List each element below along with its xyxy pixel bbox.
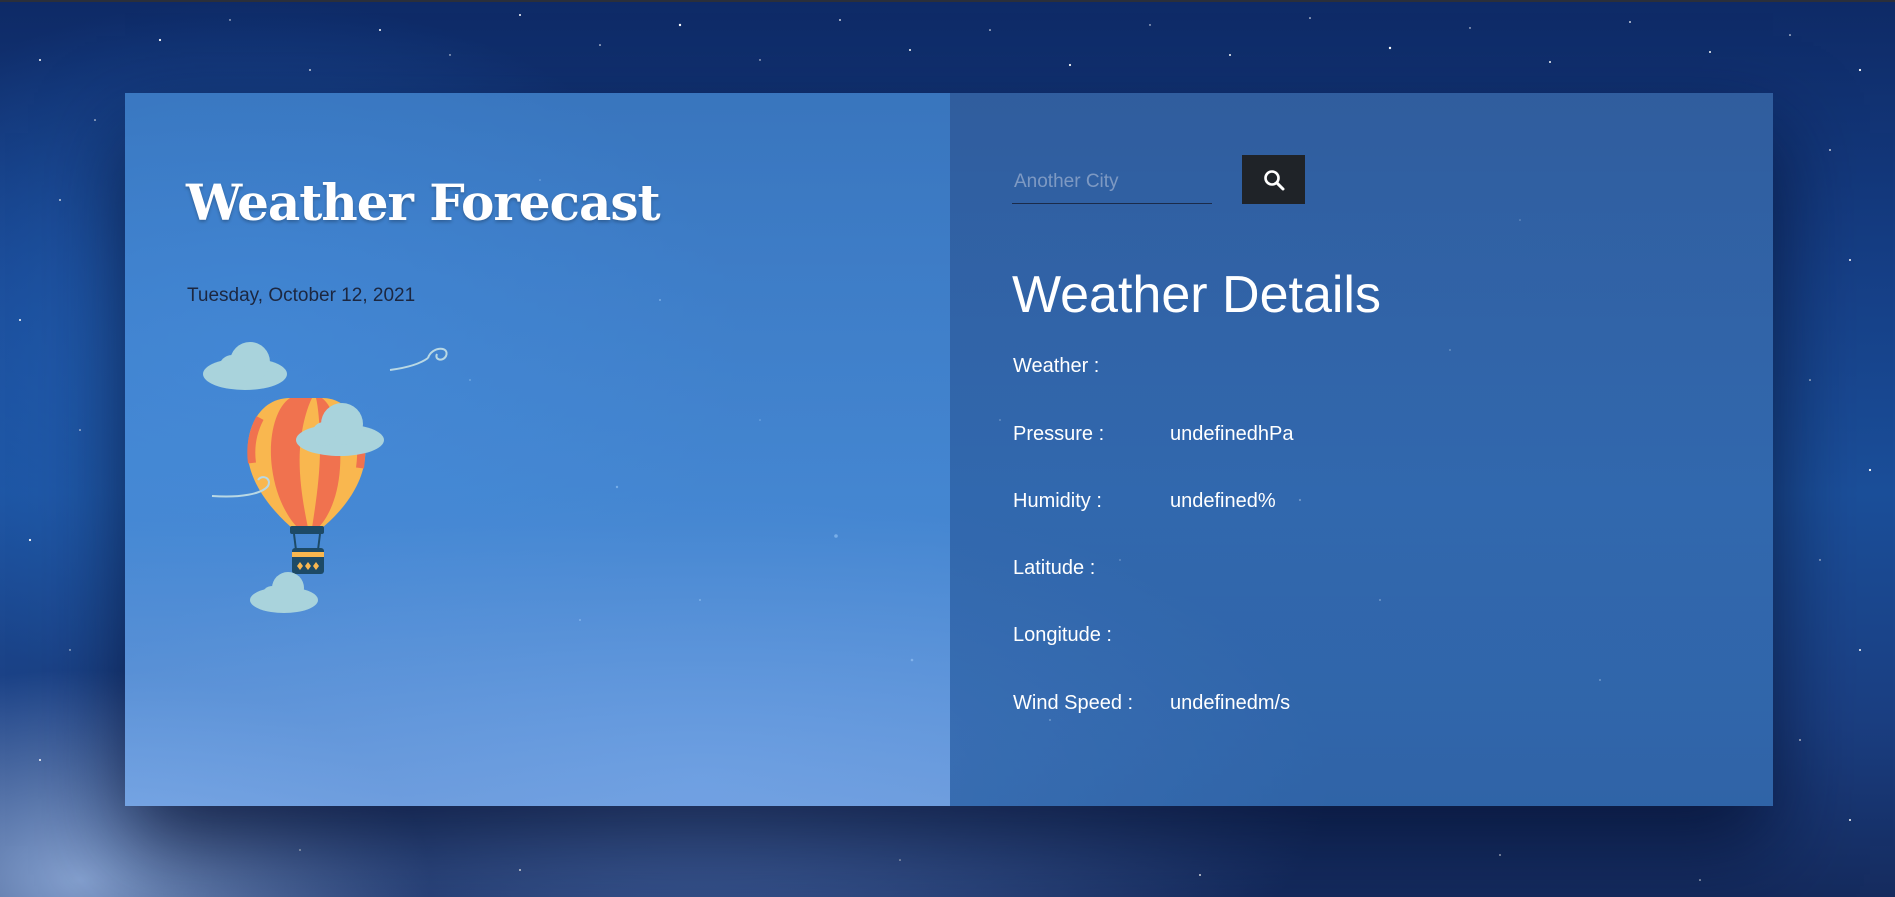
search-button[interactable] (1242, 155, 1305, 204)
detail-label: Humidity : (1013, 490, 1102, 512)
page-title: Weather Forecast (186, 173, 661, 232)
detail-value: undefined% (1170, 490, 1276, 512)
detail-label: Wind Speed : (1013, 692, 1134, 714)
detail-label: Weather : (1013, 355, 1100, 377)
city-search-input[interactable] (1012, 160, 1212, 204)
detail-row-wind-speed: Wind Speed : undefinedm/s (1013, 692, 1290, 715)
detail-label: Longitude : (1013, 624, 1112, 646)
detail-value: undefinedhPa (1170, 423, 1294, 445)
hot-air-balloon-icon (200, 338, 480, 632)
cloud-icon (250, 572, 318, 613)
search-icon (1263, 169, 1284, 190)
detail-row-latitude: Latitude : (1013, 557, 1170, 580)
detail-label: Latitude : (1013, 557, 1096, 579)
city-search (1012, 155, 1305, 204)
weather-details-heading: Weather Details (1012, 266, 1381, 324)
detail-value: undefinedm/s (1170, 692, 1291, 714)
detail-label: Pressure : (1013, 423, 1105, 445)
current-date: Tuesday, October 12, 2021 (187, 285, 416, 306)
window-top-edge (0, 0, 1895, 2)
detail-row-weather: Weather : (1013, 355, 1170, 378)
detail-row-longitude: Longitude : (1013, 624, 1170, 647)
detail-row-humidity: Humidity : undefined% (1013, 490, 1276, 513)
detail-row-pressure: Pressure : undefinedhPa (1013, 423, 1293, 446)
cloud-icon (203, 342, 287, 390)
